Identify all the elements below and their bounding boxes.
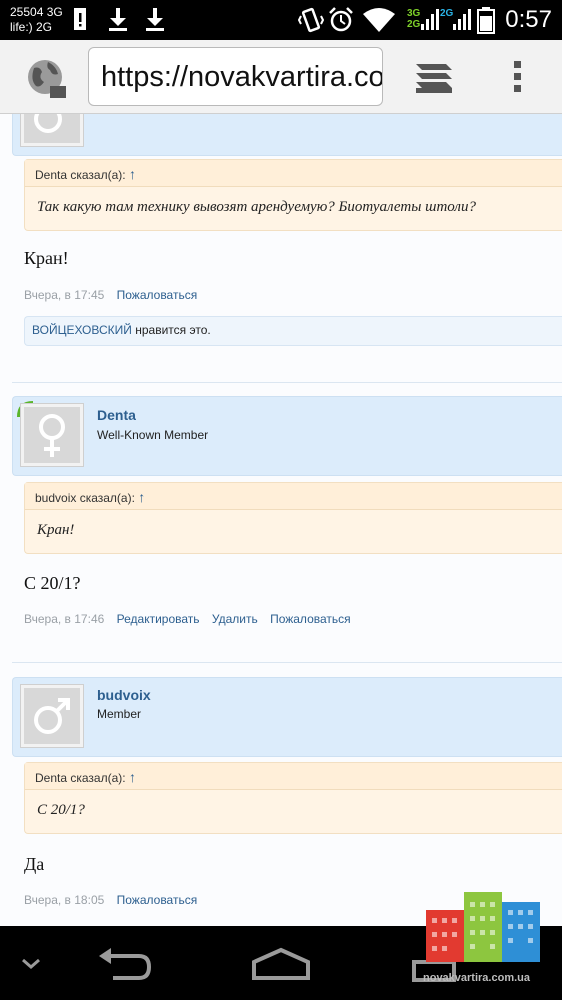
overflow-menu-icon[interactable] [505,58,529,98]
post-message: Кран! [24,248,69,268]
quote-text: Так какую там технику вывозят арендуемую… [37,199,476,215]
post-timestamp[interactable]: Вчера, в 17:45 [24,288,104,302]
quote-header: budvoix сказал(а): ↑ [25,483,562,510]
edit-link[interactable]: Редактировать [117,612,200,626]
hide-keyboard-chevron-icon[interactable] [20,956,42,972]
download-icon [146,8,164,31]
quote-block: Denta сказал(а): ↑ Так какую там технику… [24,159,562,231]
thread-content[interactable]: Denta сказал(а): ↑ Так какую там технику… [0,114,562,926]
back-icon[interactable] [95,948,155,982]
url-text[interactable]: https://novakvartira.com/threads/ [101,61,382,94]
quote-author: Denta сказал(а): [35,168,126,182]
download-icon [109,8,127,31]
signal-icon [453,9,471,30]
avatar[interactable] [20,403,84,467]
post-user-info [12,114,562,156]
user-title: Well-Known Member [97,428,209,442]
post-meta: Вчера, в 17:46 Редактировать Удалить Пож… [24,612,351,626]
network-type-badge: 3G 2G [407,8,421,30]
quote-block: Denta сказал(а): ↑ С 20/1? [24,762,562,834]
carrier-info: 25504 3G life:) 2G [10,5,63,35]
quote-header: Denta сказал(а): ↑ [25,160,562,187]
username-link[interactable]: Denta [97,407,136,423]
report-link[interactable]: Пожаловаться [270,612,351,626]
user-title: Member [97,707,142,721]
carrier-line-1: 25504 3G [10,5,63,19]
quote-author: Denta сказал(а): [35,771,126,785]
battery-icon [477,7,495,34]
jump-to-quote-link[interactable]: ↑ [129,166,136,182]
post-separator [12,662,562,663]
post-user-info: Denta Well-Known Member [12,396,562,476]
tabs-icon[interactable] [412,60,456,96]
liker-link[interactable]: ВОЙЦЕХОВСКИЙ [32,323,132,337]
post-timestamp[interactable]: Вчера, в 18:05 [24,893,104,907]
network-type-badge: 2G [440,8,454,19]
site-info-globe-icon[interactable] [26,58,68,100]
post-timestamp[interactable]: Вчера, в 17:46 [24,612,104,626]
male-symbol-icon [34,114,62,133]
jump-to-quote-link[interactable]: ↑ [138,489,145,505]
delete-link[interactable]: Удалить [212,612,258,626]
signal-icon [421,9,439,30]
sim-alert-icon [74,8,86,30]
post-user-info: budvoix Member [12,677,562,757]
quote-text: С 20/1? [37,802,85,818]
likes-text: нравится это. [131,323,211,337]
likes-summary: ВОЙЦЕХОВСКИЙ нравится это. [24,316,562,346]
report-link[interactable]: Пожаловаться [117,893,198,907]
wifi-icon [363,8,395,32]
quote-author: budvoix сказал(а): [35,491,135,505]
post-message: С 20/1? [24,573,81,593]
post-message: Да [24,854,45,874]
post-meta: Вчера, в 17:45 Пожаловаться [24,288,197,302]
avatar[interactable] [20,114,84,147]
clock: 0:57 [505,6,552,33]
report-link[interactable]: Пожаловаться [117,288,198,302]
watermark-text: novakvartira.com.ua [423,972,530,984]
post-separator [12,382,562,383]
post-meta: Вчера, в 18:05 Пожаловаться [24,893,197,907]
jump-to-quote-link[interactable]: ↑ [129,769,136,785]
female-symbol-icon [39,414,65,457]
username-link[interactable]: budvoix [97,687,151,703]
browser-toolbar: https://novakvartira.com/threads/ [0,40,562,114]
quote-header: Denta сказал(а): ↑ [25,763,562,790]
carrier-line-2: life:) 2G [10,20,53,34]
quote-block: budvoix сказал(а): ↑ Кран! [24,482,562,554]
vibrate-icon [298,7,324,33]
male-symbol-icon [34,698,70,734]
alarm-icon [329,7,353,32]
quote-text: Кран! [37,522,75,538]
status-bar: 25504 3G life:) 2G 3G 2G 2G 0:57 [0,0,562,40]
home-icon[interactable] [250,946,312,982]
avatar[interactable] [20,684,84,748]
url-bar[interactable]: https://novakvartira.com/threads/ [88,47,383,106]
